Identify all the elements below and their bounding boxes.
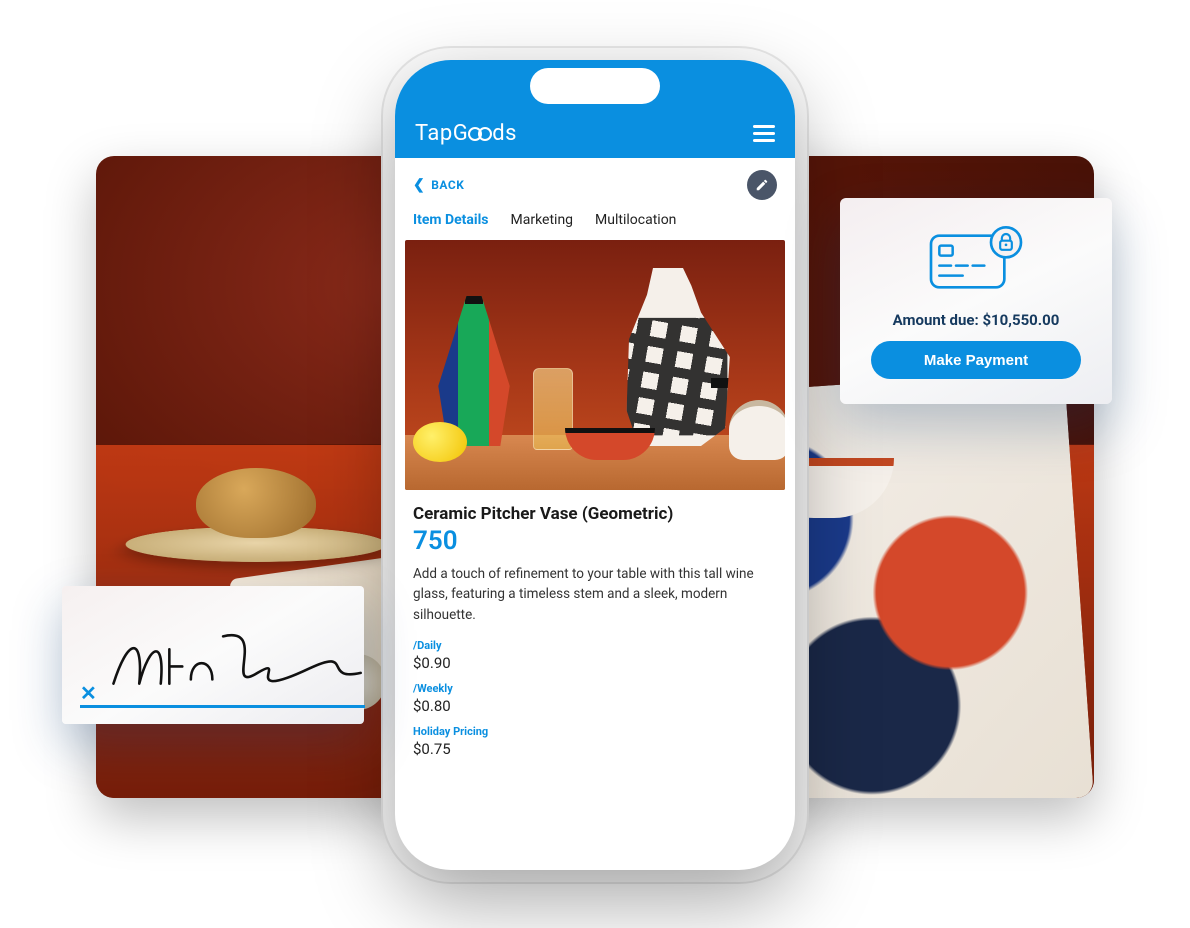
image-jar [729,400,785,460]
product-image [405,240,785,490]
image-geometric-pitcher [617,268,737,446]
phone-status-bar [395,60,795,108]
sub-header: ❮ BACK [395,158,795,208]
signature-line[interactable]: ✕ [80,617,365,708]
price-label: /Daily [413,639,777,652]
phone-notch [530,68,660,104]
price-value: $0.75 [413,740,777,758]
price-weekly: /Weekly $0.80 [413,682,777,715]
pencil-icon [755,178,769,192]
product-details: Ceramic Pitcher Vase (Geometric) 750 Add… [395,490,795,782]
chevron-left-icon: ❮ [413,177,425,193]
back-button[interactable]: ❮ BACK [413,177,464,193]
brand-prefix: TapG [415,121,468,146]
signature-scribble [107,617,365,703]
product-quantity: 750 [413,526,777,556]
price-holiday: Holiday Pricing $0.75 [413,725,777,758]
menu-icon[interactable] [753,125,775,142]
product-description: Add a touch of refinement to your table … [413,564,777,625]
product-title: Ceramic Pitcher Vase (Geometric) [413,504,777,524]
amount-due-label: Amount due: $10,550.00 [893,311,1060,329]
signature-card: ✕ [62,586,364,724]
brand-logo: TapG ds [415,121,517,146]
back-label: BACK [431,178,464,192]
tabs: Item Details Marketing Multilocation [395,208,795,240]
phone-mockup: TapG ds ❮ BACK Item Details Marketing Mu… [395,60,795,870]
tab-marketing[interactable]: Marketing [511,212,574,228]
brand-suffix: ds [492,121,517,146]
price-daily: /Daily $0.90 [413,639,777,672]
make-payment-button[interactable]: Make Payment [871,341,1081,379]
brand-oo-icon [470,127,490,141]
bread [196,468,316,538]
tab-item-details[interactable]: Item Details [413,212,489,228]
price-label: Holiday Pricing [413,725,777,738]
payment-lock-icon [926,223,1026,299]
price-label: /Weekly [413,682,777,695]
price-value: $0.80 [413,697,777,715]
price-value: $0.90 [413,654,777,672]
payment-card: Amount due: $10,550.00 Make Payment [840,198,1112,404]
tab-multilocation[interactable]: Multilocation [595,212,676,228]
edit-button[interactable] [747,170,777,200]
image-lemon [413,422,467,462]
signature-x-icon: ✕ [80,681,97,705]
app-header: TapG ds [395,108,795,158]
